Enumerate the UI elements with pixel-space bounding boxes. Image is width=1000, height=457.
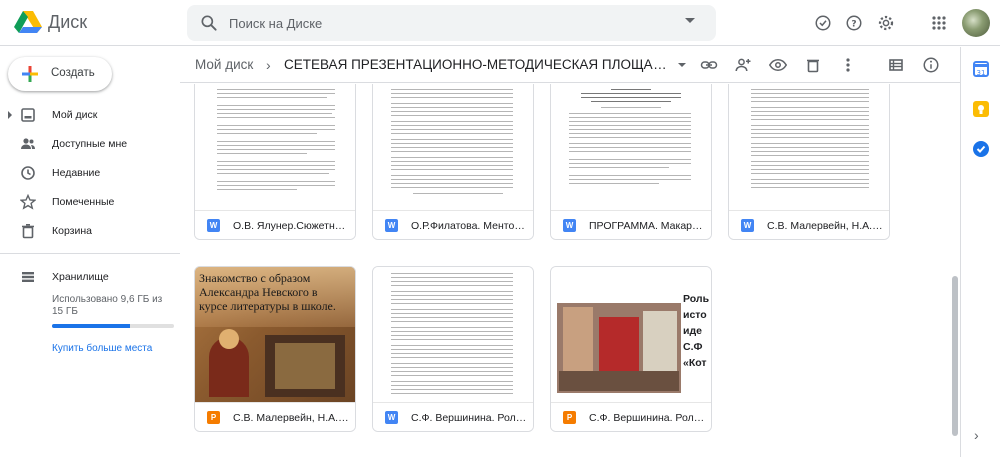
sidebar-item-label: Мой диск — [52, 109, 98, 121]
buy-storage-link[interactable]: Купить больше места — [52, 343, 152, 354]
apps-grid-icon[interactable] — [928, 12, 950, 34]
slide-title-text: Знакомство с образом Александра Невского… — [199, 271, 336, 313]
sidebar-item-trash[interactable]: Корзина — [0, 219, 180, 243]
file-footer: W С.В. Малервейн, Н.А. Ри... — [729, 210, 889, 239]
people-icon — [21, 138, 35, 149]
expand-panel-chevron-icon[interactable]: › — [974, 427, 979, 443]
file-name: С.Ф. Вершинина. Роль м... — [589, 412, 705, 424]
sidebar-item-recent[interactable]: Недавние — [0, 161, 180, 185]
file-card[interactable]: Роль исто иде С.Ф «Кот P С.Ф. Вершинина.… — [550, 266, 712, 432]
sidebar-item-label: Помеченные — [52, 196, 115, 208]
svg-text:31: 31 — [977, 69, 986, 76]
content-scrollbar[interactable] — [952, 276, 958, 436]
slide-thumbnail: Роль исто иде С.Ф «Кот — [551, 267, 711, 402]
new-button[interactable]: Создать — [8, 57, 112, 91]
info-icon[interactable] — [921, 55, 941, 75]
account-avatar[interactable] — [962, 9, 990, 37]
calendar-icon[interactable]: 31 — [973, 61, 989, 77]
storage-progress-bar — [52, 324, 174, 328]
get-link-icon[interactable] — [699, 55, 719, 75]
sidebar-item-starred[interactable]: Помеченные — [0, 190, 180, 214]
file-name: О.В. Ялунер.Сюжетно-р... — [233, 220, 349, 232]
preview-eye-icon[interactable] — [768, 55, 788, 75]
word-doc-icon: W — [741, 219, 754, 232]
file-card[interactable]: W С.Ф. Вершинина. Роль м... — [372, 266, 534, 432]
file-card[interactable]: W О.Р.Филатова. Менторс... — [372, 84, 534, 240]
sidebar-item-label: Недавние — [52, 167, 101, 179]
storage-label: Хранилище — [52, 271, 109, 283]
file-card[interactable]: Знакомство с образом Александра Невского… — [194, 266, 356, 432]
file-footer: P С.Ф. Вершинина. Роль м... — [551, 402, 711, 431]
plus-icon — [22, 66, 38, 82]
tasks-icon[interactable] — [973, 141, 989, 157]
sidebar-item-label: Корзина — [52, 225, 92, 237]
share-add-person-icon[interactable] — [733, 55, 753, 75]
sidebar-divider — [0, 253, 180, 254]
clock-icon — [21, 166, 35, 180]
file-thumbnail — [195, 84, 355, 210]
new-button-label: Создать — [51, 67, 95, 79]
word-doc-icon: W — [563, 219, 576, 232]
app-title[interactable]: Диск — [48, 12, 87, 33]
storage-icon — [22, 272, 34, 282]
file-thumbnail — [373, 267, 533, 402]
search-icon[interactable] — [199, 13, 219, 33]
expand-arrow-icon[interactable] — [8, 111, 12, 119]
keep-icon[interactable] — [973, 101, 989, 117]
chevron-right-icon: › — [266, 57, 271, 73]
trash-icon — [22, 223, 34, 239]
slides-icon: P — [207, 411, 220, 424]
sidebar: Создать Мой диск Доступные мне Недавние … — [0, 47, 180, 457]
file-thumbnail — [729, 84, 889, 210]
ready-offline-icon[interactable] — [812, 12, 834, 34]
search-input[interactable] — [229, 13, 669, 33]
file-name: С.Ф. Вершинина. Роль м... — [411, 412, 527, 424]
word-doc-icon: W — [207, 219, 220, 232]
slides-icon: P — [563, 411, 576, 424]
word-doc-icon: W — [385, 411, 398, 424]
settings-gear-icon[interactable] — [875, 12, 897, 34]
file-footer: P С.В. Малервейн, Н.А. Ри... — [195, 402, 355, 431]
file-thumbnail — [551, 84, 711, 210]
folder-menu-chevron-icon[interactable] — [678, 63, 686, 67]
star-icon — [20, 194, 36, 210]
file-name: ПРОГРАММА. Макарие... — [589, 220, 705, 232]
storage-progress-fill — [52, 324, 131, 328]
delete-trash-icon[interactable] — [803, 55, 823, 75]
list-view-icon[interactable] — [886, 55, 906, 75]
svg-text:?: ? — [851, 19, 856, 29]
file-footer: W С.Ф. Вершинина. Роль м... — [373, 402, 533, 431]
file-footer: W О.В. Ялунер.Сюжетно-р... — [195, 210, 355, 239]
file-footer: W ПРОГРАММА. Макарие... — [551, 210, 711, 239]
side-panel-strip: 31 › — [960, 47, 1000, 457]
file-footer: W О.Р.Филатова. Менторс... — [373, 210, 533, 239]
slide-thumbnail: Знакомство с образом Александра Невского… — [195, 267, 355, 402]
file-name: С.В. Малервейн, Н.А. Ри... — [767, 220, 883, 232]
sidebar-item-my-drive[interactable]: Мой диск — [0, 103, 180, 127]
file-card[interactable]: W О.В. Ялунер.Сюжетно-р... — [194, 84, 356, 240]
breadcrumb-my-drive[interactable]: Мой диск — [195, 57, 253, 72]
file-card[interactable]: W ПРОГРАММА. Макарие... — [550, 84, 712, 240]
drive-logo-icon[interactable] — [14, 10, 42, 34]
more-actions-icon[interactable] — [838, 55, 858, 75]
word-doc-icon: W — [385, 219, 398, 232]
sidebar-item-label: Доступные мне — [52, 138, 128, 150]
storage-usage-text: Использовано 9,6 ГБ из 15 ГБ — [52, 294, 163, 317]
sidebar-item-storage[interactable]: Хранилище — [0, 265, 180, 289]
slide-title-text: Роль исто иде С.Ф «Кот — [683, 293, 710, 369]
breadcrumb-current-folder[interactable]: СЕТЕВАЯ ПРЕЗЕНТАЦИОННО-МЕТОДИЧЕСКАЯ ПЛОЩ… — [284, 57, 674, 72]
help-icon[interactable]: ? — [843, 12, 865, 34]
sidebar-item-shared[interactable]: Доступные мне — [0, 132, 180, 156]
search-options-chevron-icon[interactable] — [685, 18, 695, 23]
folder-toolbar: Мой диск › СЕТЕВАЯ ПРЕЗЕНТАЦИОННО-МЕТОДИ… — [180, 47, 960, 83]
file-grid: W О.В. Ялунер.Сюжетно-р... W О.Р.Филатов… — [180, 84, 950, 457]
search-box[interactable] — [187, 5, 716, 41]
file-thumbnail — [373, 84, 533, 210]
my-drive-icon — [21, 108, 35, 122]
file-name: С.В. Малервейн, Н.А. Ри... — [233, 412, 349, 424]
top-header: Диск ? — [0, 0, 1000, 46]
file-card[interactable]: W С.В. Малервейн, Н.А. Ри... — [728, 84, 890, 240]
file-name: О.Р.Филатова. Менторс... — [411, 220, 527, 232]
